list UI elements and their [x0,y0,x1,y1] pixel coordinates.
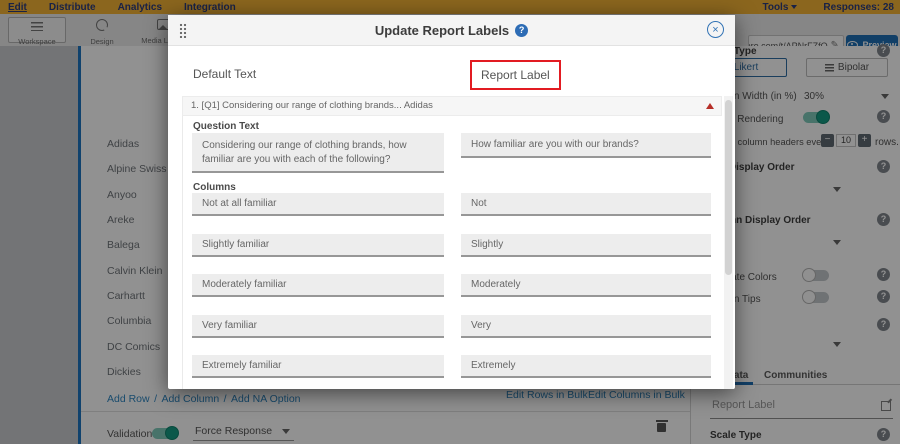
modal-title: Update Report Labels [375,23,509,38]
question-report-input[interactable] [461,133,711,158]
help-icon[interactable]: ? [515,24,528,37]
column-report-input[interactable] [461,274,711,297]
modal-header: Update Report Labels ? × [168,15,735,46]
column-default-input[interactable] [192,355,444,378]
report-label-column-header-highlight: Report Label [470,60,561,90]
report-label-column-header: Report Label [481,68,550,82]
drag-handle-icon[interactable] [179,23,187,38]
close-icon[interactable]: × [707,21,724,38]
column-default-input[interactable] [192,315,444,338]
column-report-input[interactable] [461,234,711,257]
column-report-input[interactable] [461,315,711,338]
default-text-column-header: Default Text [193,67,256,81]
update-report-labels-modal: Update Report Labels ? × Default Text Re… [168,15,735,389]
columns-label: Columns [193,182,236,193]
column-default-input[interactable] [192,193,444,216]
app-root: Edit Distribute Analytics Integration To… [0,0,900,444]
collapse-icon[interactable] [706,103,714,109]
column-report-input[interactable] [461,193,711,216]
question-text-label: Question Text [193,121,259,132]
accordion-left-border [182,116,183,389]
column-default-input[interactable] [192,234,444,257]
column-report-input[interactable] [461,355,711,378]
question-accordion-header[interactable]: 1. [Q1] Considering our range of clothin… [182,96,722,116]
column-default-input[interactable] [192,274,444,297]
question-accordion-title: 1. [Q1] Considering our range of clothin… [183,97,691,115]
question-default-textarea[interactable]: Considering our range of clothing brands… [192,133,444,173]
modal-scrollbar-thumb[interactable] [725,100,732,275]
